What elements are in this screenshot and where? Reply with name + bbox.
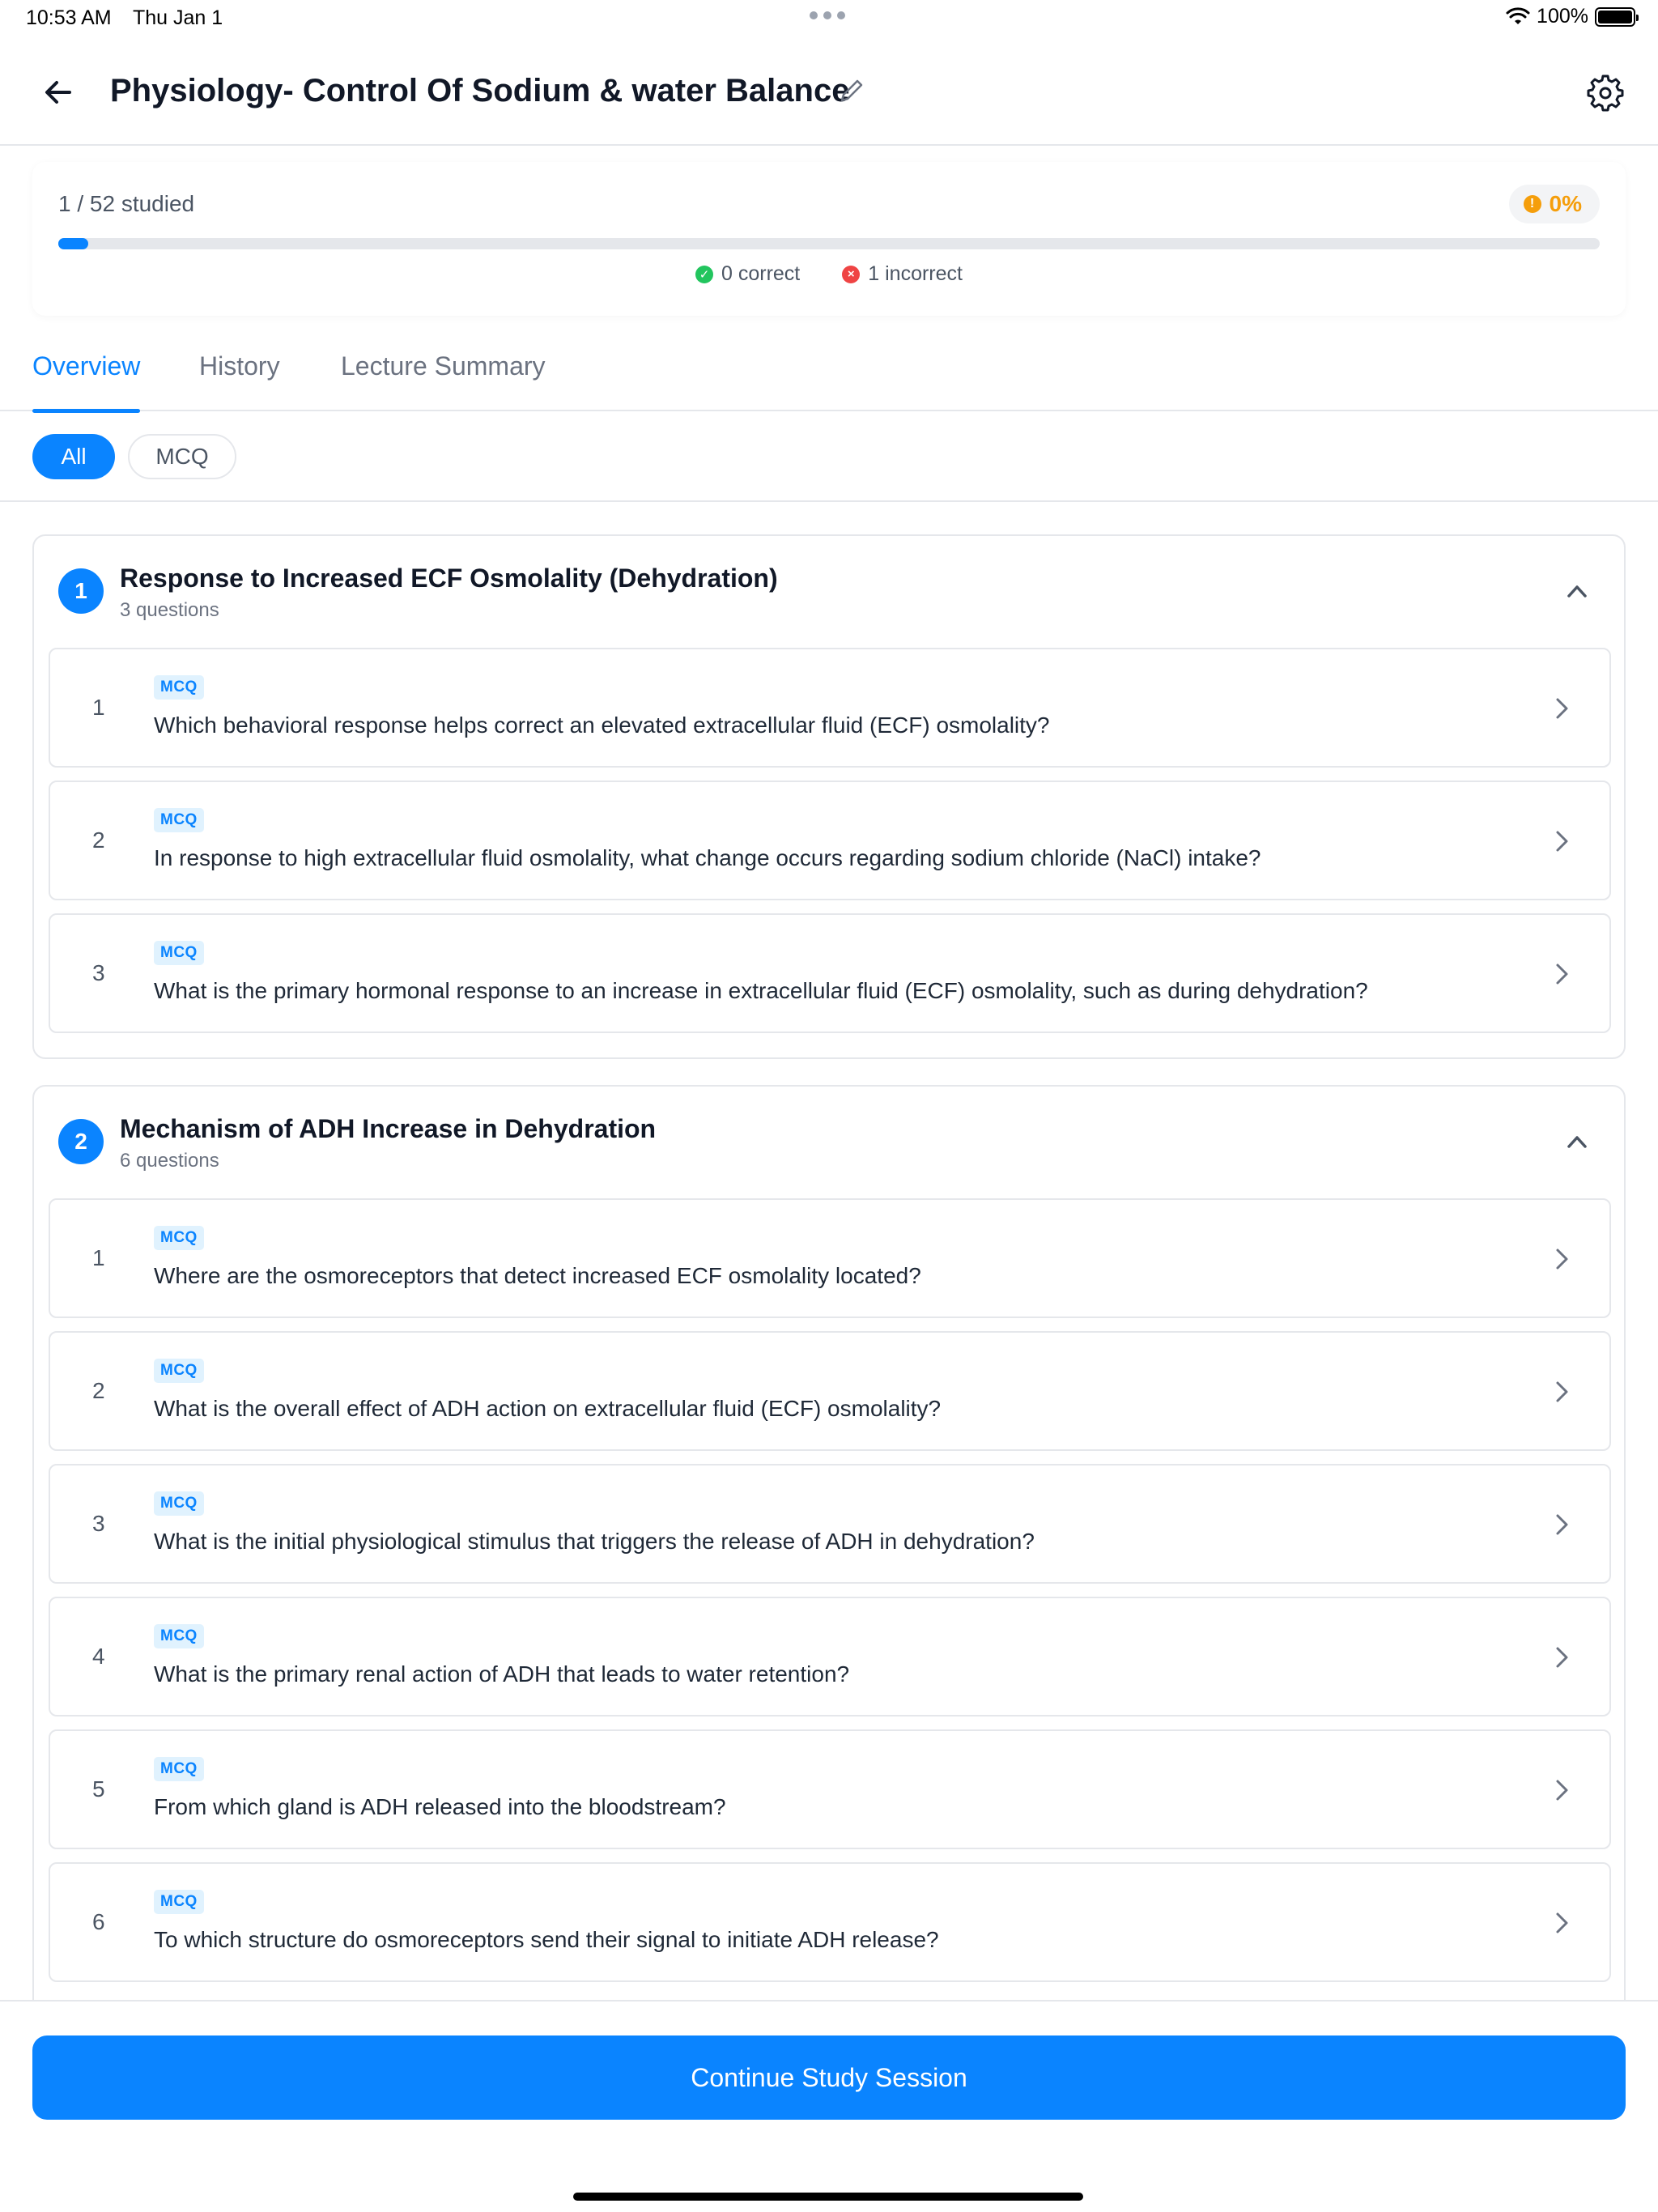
question-text: In response to high extracellular fluid …: [154, 845, 1261, 870]
incorrect-label: 1 incorrect: [868, 262, 963, 285]
question-number: 3: [92, 960, 105, 985]
question-number: 5: [92, 1776, 105, 1802]
chevron-right-icon: [1556, 831, 1568, 852]
chevron-right-icon: [1556, 1647, 1568, 1668]
question-row[interactable]: 2 MCQ What is the overall effect of ADH …: [49, 1331, 1611, 1451]
question-text: Where are the osmoreceptors that detect …: [154, 1263, 921, 1288]
chevron-right-icon: [1556, 1912, 1568, 1933]
question-number: 2: [92, 827, 105, 853]
gear-icon[interactable]: [1585, 73, 1626, 113]
pencil-icon[interactable]: [837, 76, 866, 105]
section-title: Mechanism of ADH Increase in Dehydration: [120, 1114, 657, 1143]
tab-history[interactable]: History: [199, 351, 280, 411]
question-number: 6: [92, 1909, 105, 1934]
question-row[interactable]: 1 MCQ Which behavioral response helps co…: [49, 648, 1611, 768]
question-text: Which behavioral response helps correct …: [154, 713, 1050, 738]
correct-stat: ✓ 0 correct: [695, 262, 800, 286]
question-row[interactable]: 2 MCQ In response to high extracellular …: [49, 781, 1611, 900]
question-type-badge: MCQ: [154, 1757, 204, 1781]
tab-bar: Overview History Lecture Summary: [0, 340, 1658, 413]
status-time: 10:53 AM: [26, 6, 112, 29]
progress-bar: [58, 238, 1600, 249]
continue-study-session-button[interactable]: Continue Study Session: [32, 2035, 1626, 2120]
section-question-count: 6 questions: [120, 1150, 219, 1172]
question-row[interactable]: 5 MCQ From which gland is ADH released i…: [49, 1729, 1611, 1849]
question-type-badge: MCQ: [154, 1890, 204, 1914]
question-type-badge: MCQ: [154, 1226, 204, 1250]
bottom-bar: Continue Study Session: [0, 2000, 1658, 2212]
status-date: Thu Jan 1: [133, 6, 223, 29]
question-number: 1: [92, 695, 105, 720]
chevron-right-icon: [1556, 963, 1568, 985]
home-indicator[interactable]: [573, 2193, 1083, 2201]
question-text: To which structure do osmoreceptors send…: [154, 1927, 939, 1952]
question-type-badge: MCQ: [154, 808, 204, 832]
tab-lecture-summary[interactable]: Lecture Summary: [341, 351, 546, 411]
warning-icon: !: [1523, 195, 1541, 213]
question-text: From which gland is ADH released into th…: [154, 1794, 726, 1819]
section-header[interactable]: 2 Mechanism of ADH Increase in Dehydrati…: [34, 1087, 1624, 1192]
question-type-badge: MCQ: [154, 1624, 204, 1648]
filter-bar: All MCQ: [0, 411, 1658, 502]
question-type-badge: MCQ: [154, 941, 204, 965]
answer-stats: ✓ 0 correct × 1 incorrect: [32, 262, 1626, 286]
question-row[interactable]: 3 MCQ What is the initial physiological …: [49, 1464, 1611, 1584]
chevron-right-icon: [1556, 1381, 1568, 1402]
section-card: 2 Mechanism of ADH Increase in Dehydrati…: [32, 1085, 1626, 2016]
tab-overview[interactable]: Overview: [32, 351, 141, 413]
section-question-count: 3 questions: [120, 599, 219, 621]
page-title: Physiology- Control Of Sodium & water Ba…: [110, 73, 850, 108]
question-number: 4: [92, 1644, 105, 1669]
multitasking-dots-icon[interactable]: [810, 11, 845, 19]
filter-all[interactable]: All: [32, 434, 115, 479]
filter-mcq[interactable]: MCQ: [128, 434, 236, 479]
battery-icon: [1595, 6, 1639, 27]
percent-badge: ! 0%: [1508, 185, 1600, 223]
chevron-up-icon[interactable]: [1562, 1127, 1592, 1156]
correct-label: 0 correct: [721, 262, 801, 285]
status-right: 100%: [1506, 5, 1639, 28]
question-text: What is the primary renal action of ADH …: [154, 1661, 850, 1687]
section-card: 1 Response to Increased ECF Osmolality (…: [32, 534, 1626, 1059]
question-number: 2: [92, 1378, 105, 1403]
question-row[interactable]: 1 MCQ Where are the osmoreceptors that d…: [49, 1198, 1611, 1318]
question-row[interactable]: 6 MCQ To which structure do osmoreceptor…: [49, 1862, 1611, 1982]
status-bar: 10:53 AM Thu Jan 1 100%: [0, 0, 1658, 39]
section-title: Response to Increased ECF Osmolality (De…: [120, 564, 778, 593]
percent-label: 0%: [1549, 191, 1582, 216]
question-row[interactable]: 3 MCQ What is the primary hormonal respo…: [49, 913, 1611, 1033]
question-row[interactable]: 4 MCQ What is the primary renal action o…: [49, 1597, 1611, 1716]
question-text: What is the initial physiological stimul…: [154, 1529, 1035, 1554]
question-text: What is the overall effect of ADH action…: [154, 1396, 942, 1421]
chevron-right-icon: [1556, 1249, 1568, 1270]
chevron-right-icon: [1556, 1780, 1568, 1801]
progress-bar-fill: [58, 238, 88, 249]
studied-count: 1 / 52 studied: [58, 191, 195, 216]
check-circle-icon: ✓: [695, 265, 713, 283]
chevron-up-icon[interactable]: [1562, 576, 1592, 606]
section-number: 1: [58, 568, 104, 614]
top-header: Physiology- Control Of Sodium & water Ba…: [0, 49, 1658, 146]
battery-percent: 100%: [1537, 5, 1588, 28]
wifi-icon: [1506, 6, 1530, 24]
question-number: 3: [92, 1511, 105, 1536]
x-circle-icon: ×: [842, 265, 861, 283]
back-arrow-icon: [45, 81, 71, 104]
section-number: 2: [58, 1119, 104, 1164]
question-text: What is the primary hormonal response to…: [154, 978, 1368, 1003]
question-type-badge: MCQ: [154, 675, 204, 700]
back-button[interactable]: [39, 73, 78, 112]
chevron-right-icon: [1556, 698, 1568, 719]
section-header[interactable]: 1 Response to Increased ECF Osmolality (…: [34, 536, 1624, 641]
question-number: 1: [92, 1245, 105, 1270]
question-type-badge: MCQ: [154, 1491, 204, 1516]
chevron-right-icon: [1556, 1514, 1568, 1535]
question-type-badge: MCQ: [154, 1359, 204, 1383]
incorrect-stat: × 1 incorrect: [842, 262, 963, 286]
progress-card: 1 / 52 studied ! 0% ✓ 0 correct × 1 inco…: [32, 162, 1626, 316]
